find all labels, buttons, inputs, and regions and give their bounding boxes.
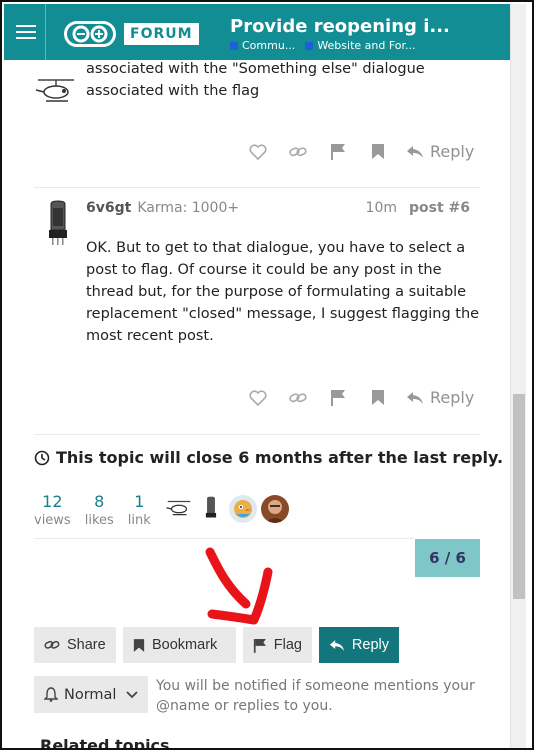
- breadcrumb-subcategory-label: Website and For...: [317, 39, 416, 52]
- related-topics-heading: Related topics: [40, 736, 170, 750]
- likes-label: likes: [84, 513, 114, 528]
- previous-post-line: associated with the "Something else" dia…: [86, 61, 425, 77]
- link-icon: [289, 146, 307, 156]
- reply-arrow-icon: [329, 639, 345, 651]
- site-header: FORUM Provide reopening i... Commu... We…: [4, 4, 510, 60]
- vacuum-tube-avatar[interactable]: [46, 200, 70, 246]
- bookmark-button[interactable]: Bookmark: [123, 627, 236, 663]
- hamburger-icon: [15, 25, 36, 39]
- heart-icon: [249, 143, 267, 160]
- post-actions: Reply: [238, 388, 474, 407]
- breadcrumb-category-label: Commu...: [242, 39, 296, 52]
- user-photo-avatar[interactable]: [260, 495, 289, 523]
- likes-count: 8: [94, 492, 105, 511]
- post-body: OK. But to get to that dialogue, you hav…: [86, 240, 480, 344]
- post-number[interactable]: post #6: [409, 200, 470, 216]
- topic-title[interactable]: Provide reopening i...: [230, 16, 510, 37]
- like-button[interactable]: [238, 143, 278, 160]
- link-icon: [44, 640, 60, 649]
- reply-button[interactable]: Reply: [319, 627, 399, 663]
- links-label: link: [127, 513, 151, 528]
- breadcrumb-category[interactable]: Commu...: [230, 39, 295, 52]
- reply-arrow-icon: [407, 145, 423, 158]
- category-color-icon: [230, 41, 238, 50]
- arduino-infinity-icon: [64, 21, 116, 47]
- post-reply-button[interactable]: Reply: [406, 142, 474, 161]
- copy-link-button[interactable]: [278, 145, 318, 159]
- topic-close-notice: This topic will close 6 months after the…: [34, 448, 503, 467]
- arduino-forum-logo[interactable]: FORUM: [64, 20, 199, 48]
- reply-arrow-icon: [407, 391, 423, 404]
- share-button[interactable]: Share: [34, 627, 116, 663]
- breadcrumb-subcategory[interactable]: Website and For...: [305, 39, 416, 52]
- bookmark-label: Bookmark: [152, 637, 218, 653]
- participant-avatars: [165, 495, 289, 523]
- flag-post-button[interactable]: [318, 143, 358, 160]
- links-count: 1: [134, 492, 145, 511]
- post-meta: 6v6gt Karma: 1000+ 10m post #6: [86, 200, 470, 216]
- links-stat[interactable]: 1 link: [128, 492, 151, 528]
- bookmark-post-button[interactable]: [358, 143, 398, 160]
- scrollbar-thumb[interactable]: [513, 394, 525, 599]
- bird-avatar[interactable]: [228, 495, 257, 523]
- post-username[interactable]: 6v6gt: [86, 200, 131, 216]
- close-notice-text: This topic will close 6 months after the…: [56, 448, 504, 467]
- hamburger-menu-button[interactable]: [6, 4, 46, 60]
- likes-stat: 8 likes: [85, 492, 114, 528]
- bell-icon: [44, 687, 58, 702]
- helicopter-avatar[interactable]: [165, 495, 193, 523]
- helicopter-avatar[interactable]: [34, 76, 78, 108]
- bookmark-icon: [372, 390, 384, 405]
- flag-icon: [331, 144, 345, 160]
- like-button[interactable]: [238, 389, 278, 406]
- notification-description: You will be notified if someone mentions…: [156, 678, 475, 714]
- stats-divider: [34, 538, 414, 539]
- share-label: Share: [67, 637, 106, 653]
- logo-wordmark: FORUM: [124, 23, 199, 45]
- post-divider: [34, 187, 480, 188]
- copy-link-button[interactable]: [278, 391, 318, 405]
- notification-row: Normal You will be notified if someone m…: [34, 676, 486, 716]
- breadcrumb: Commu... Website and For...: [230, 39, 416, 52]
- views-count: 12: [42, 492, 63, 511]
- notification-level-label: Normal: [64, 686, 117, 703]
- heart-icon: [249, 389, 267, 406]
- topic-stats: 12 views 8 likes 1 link: [34, 492, 289, 528]
- red-arrow-annotation: [205, 547, 273, 625]
- bookmark-post-button[interactable]: [358, 389, 398, 406]
- previous-post-body: associated with the "Something else" dia…: [86, 58, 425, 102]
- reply-label: Reply: [430, 388, 475, 407]
- link-icon: [289, 392, 307, 402]
- previous-post-actions: Reply: [238, 142, 474, 161]
- views-stat: 12 views: [34, 492, 71, 528]
- vacuum-tube-avatar[interactable]: [197, 495, 225, 523]
- notification-level-dropdown[interactable]: Normal: [34, 676, 148, 713]
- views-label: views: [34, 513, 71, 528]
- previous-post-line: associated with the flag: [86, 83, 260, 99]
- flag-label: Flag: [273, 637, 302, 653]
- topic-progress[interactable]: 6 / 6: [415, 539, 480, 577]
- flag-icon: [331, 390, 345, 406]
- window-edge: [526, 4, 532, 748]
- chevron-down-icon: [126, 690, 138, 698]
- related-topics-label: Related topics: [40, 736, 170, 750]
- clock-icon: [34, 450, 50, 465]
- flag-icon: [253, 638, 266, 653]
- reply-button-label: Reply: [351, 637, 389, 653]
- post-karma: Karma: 1000+: [137, 200, 240, 216]
- post-time[interactable]: 10m: [366, 200, 397, 216]
- topic-footer-buttons: Share Bookmark Flag Reply: [34, 627, 399, 663]
- page-scrollbar[interactable]: [510, 4, 526, 748]
- flag-button[interactable]: Flag: [243, 627, 312, 663]
- post-divider: [34, 434, 480, 435]
- flag-post-button[interactable]: [318, 389, 358, 406]
- reply-label: Reply: [430, 142, 475, 161]
- browser-viewport: FORUM Provide reopening i... Commu... We…: [0, 0, 534, 750]
- bookmark-icon: [372, 144, 384, 159]
- post-reply-button[interactable]: Reply: [406, 388, 474, 407]
- subcategory-color-icon: [305, 41, 314, 50]
- bookmark-icon: [133, 638, 145, 652]
